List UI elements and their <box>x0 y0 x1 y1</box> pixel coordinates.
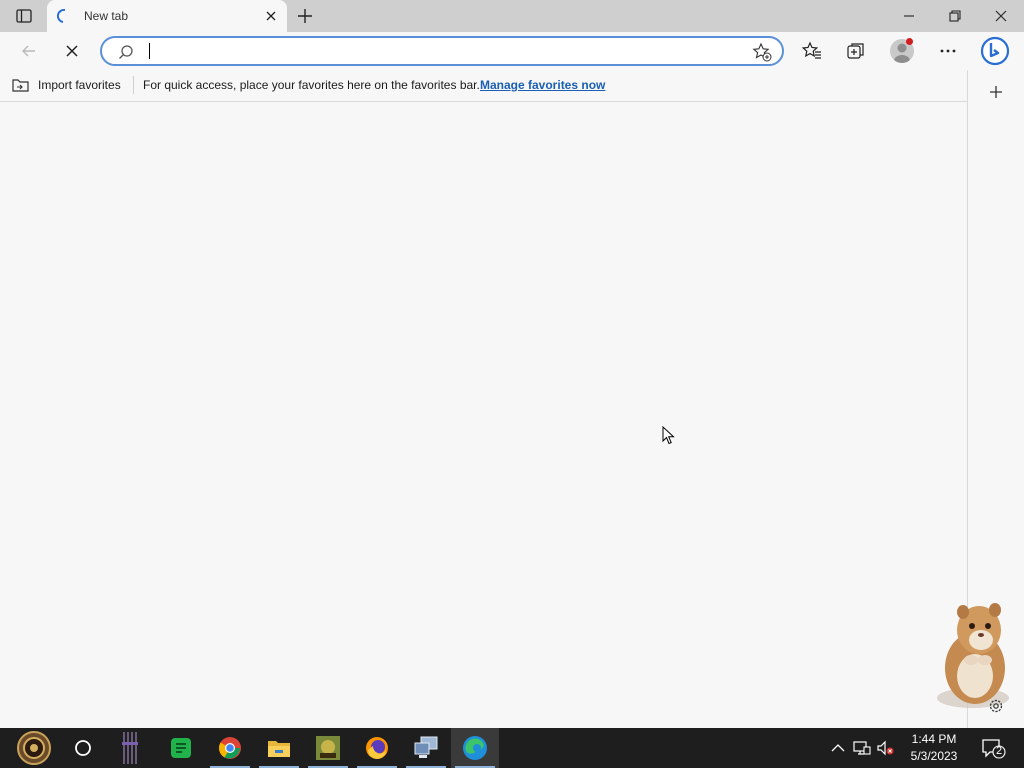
system-clock[interactable]: 1:44 PM 5/3/2023 <box>900 731 968 765</box>
more-options-icon[interactable] <box>937 40 959 62</box>
favorites-bar: Import favorites For quick access, place… <box>0 70 968 102</box>
stop-loading-icon[interactable] <box>61 40 83 62</box>
search-icon <box>119 45 133 59</box>
add-sidebar-app-icon[interactable] <box>986 82 1006 102</box>
taskbar: 1:44 PM 5/3/2023 2 <box>0 728 1024 768</box>
taskbar-app-chat[interactable] <box>157 728 205 768</box>
page-content[interactable] <box>0 103 967 728</box>
taskbar-app-explorer[interactable] <box>255 728 303 768</box>
profile-alert-badge <box>906 38 913 45</box>
network-computer-icon <box>414 736 438 758</box>
loading-spinner-icon <box>57 9 66 23</box>
clock-time: 1:44 PM <box>911 732 957 746</box>
taskbar-app-firefox[interactable] <box>353 728 401 768</box>
text-caret <box>149 43 150 59</box>
tab-new-tab[interactable]: New tab <box>47 0 287 32</box>
taskbar-app-striped[interactable] <box>106 728 154 768</box>
gear-icon[interactable] <box>987 697 1005 715</box>
show-hidden-icons-icon[interactable] <box>828 738 848 758</box>
cortana-icon <box>75 740 91 756</box>
edge-icon <box>463 736 487 760</box>
tab-actions-icon[interactable] <box>10 6 38 26</box>
add-favorite-icon[interactable] <box>752 42 772 62</box>
taskbar-app-edge[interactable] <box>451 728 499 768</box>
firefox-icon <box>366 737 388 759</box>
favorites-icon[interactable] <box>801 40 823 62</box>
restore-icon[interactable] <box>946 8 964 24</box>
collections-icon[interactable] <box>845 40 867 62</box>
address-bar[interactable] <box>100 36 784 66</box>
bing-chat-icon[interactable] <box>980 36 1010 66</box>
action-center-button[interactable]: 2 <box>980 736 1006 760</box>
taskbar-app-game[interactable] <box>304 728 352 768</box>
start-button[interactable] <box>10 728 58 768</box>
mouse-pointer-icon <box>662 426 675 445</box>
manage-favorites-link[interactable]: Manage favorites now <box>480 78 605 92</box>
import-favorites-button[interactable]: Import favorites <box>12 76 121 94</box>
import-folder-icon <box>12 79 29 92</box>
chrome-icon <box>219 737 241 759</box>
tab-title: New tab <box>84 9 129 23</box>
steampunk-start-icon <box>17 731 51 765</box>
new-tab-icon[interactable] <box>294 5 316 27</box>
import-favorites-label: Import favorites <box>38 78 121 92</box>
volume-muted-icon[interactable] <box>875 738 895 758</box>
file-explorer-icon <box>268 741 290 757</box>
close-tab-icon[interactable] <box>263 8 279 24</box>
cortana-button[interactable] <box>59 728 107 768</box>
striped-app-icon <box>122 732 138 764</box>
address-input[interactable] <box>148 42 738 60</box>
close-window-icon[interactable] <box>992 8 1010 24</box>
browser-toolbar <box>0 32 1024 70</box>
favorites-bar-message: For quick access, place your favorites h… <box>143 78 480 92</box>
taskbar-app-chrome[interactable] <box>206 728 254 768</box>
favorites-divider <box>133 76 134 94</box>
title-bar: New tab <box>0 0 1024 32</box>
hamster-mascot-icon[interactable] <box>925 600 1015 712</box>
game-app-icon <box>316 736 340 760</box>
taskbar-app-network[interactable] <box>402 728 450 768</box>
back-arrow-icon[interactable] <box>18 40 40 62</box>
network-icon[interactable] <box>852 738 872 758</box>
green-chat-app-icon <box>171 738 191 758</box>
minimize-icon[interactable] <box>900 8 918 24</box>
clock-date: 5/3/2023 <box>910 749 958 763</box>
notification-count: 2 <box>995 745 1003 757</box>
